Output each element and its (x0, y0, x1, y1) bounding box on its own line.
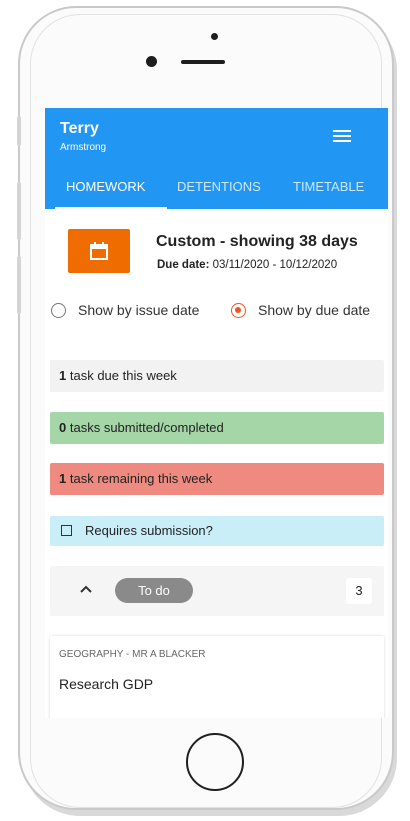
todo-status-chip: To do (115, 578, 193, 603)
checkbox-icon[interactable] (61, 525, 72, 536)
date-range-button[interactable] (68, 229, 130, 273)
radio-unchecked-icon (51, 303, 66, 318)
mute-switch (17, 116, 21, 146)
earpiece-speaker (181, 60, 225, 64)
hamburger-menu-icon[interactable] (333, 130, 351, 143)
tab-homework[interactable]: HOMEWORK (66, 176, 145, 209)
volume-down-button (17, 256, 21, 314)
todo-count-badge: 3 (346, 578, 372, 604)
tasks-remaining-summary: 1 task remaining this week (50, 463, 384, 495)
due-date-range: Due date: 03/11/2020 - 10/12/2020 (157, 259, 337, 271)
submitted-text: tasks submitted/completed (69, 420, 224, 435)
front-camera (146, 56, 157, 67)
due-date-value: 03/11/2020 - 10/12/2020 (212, 259, 338, 271)
app-screen: Terry Armstrong HOMEWORK DETENTIONS TIME… (45, 108, 388, 718)
chevron-up-icon[interactable] (80, 585, 92, 593)
tab-detentions[interactable]: DETENTIONS (177, 176, 261, 209)
requires-submission-filter[interactable]: Requires submission? (50, 516, 384, 546)
tab-timetable[interactable]: TIMETABLE (293, 176, 364, 209)
remaining-text: task remaining this week (69, 471, 213, 486)
remaining-count: 1 (59, 471, 67, 486)
due-date-label: Due date: (157, 259, 210, 271)
task-subject: GEOGRAPHY - MR A BLACKER (59, 649, 206, 660)
radio-label-issue-date: Show by issue date (78, 302, 200, 318)
calendar-icon (90, 242, 108, 260)
radio-checked-icon (231, 303, 246, 318)
home-button[interactable] (186, 733, 244, 791)
requires-submission-label: Requires submission? (85, 523, 213, 538)
app-bar: Terry Armstrong HOMEWORK DETENTIONS TIME… (45, 108, 388, 209)
volume-up-button (17, 182, 21, 240)
radio-label-due-date: Show by due date (258, 302, 371, 318)
date-range-title: Custom - showing 38 days (156, 233, 358, 250)
submitted-count: 0 (59, 420, 67, 435)
task-title: Research GDP (59, 676, 154, 692)
due-text: task due this week (69, 368, 177, 383)
due-count: 1 (59, 368, 67, 383)
todo-group-header[interactable]: To do 3 (50, 566, 384, 616)
user-first-name: Terry (60, 120, 99, 137)
user-last-name: Armstrong (60, 142, 107, 153)
tasks-due-summary: 1 task due this week (50, 360, 384, 392)
active-tab-indicator (55, 207, 167, 209)
proximity-sensor (211, 33, 218, 40)
tasks-submitted-summary: 0 tasks submitted/completed (50, 412, 384, 444)
task-card[interactable]: GEOGRAPHY - MR A BLACKER Research GDP (50, 636, 384, 718)
tab-bar: HOMEWORK DETENTIONS TIMETABLE (45, 176, 388, 209)
